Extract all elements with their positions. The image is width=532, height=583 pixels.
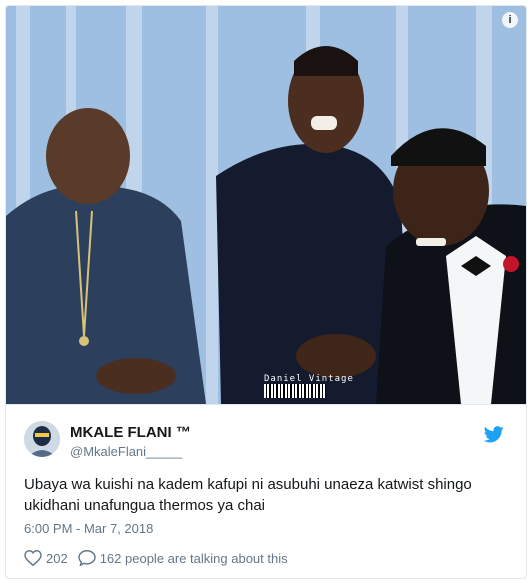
tweet-timestamp[interactable]: 6:00 PM - Mar 7, 2018 xyxy=(24,521,153,536)
like-action[interactable]: 202 xyxy=(24,550,68,566)
reply-action[interactable]: 162 people are talking about this xyxy=(77,550,288,566)
conversation-count: 162 people are talking about this xyxy=(99,550,288,566)
like-count: 202 xyxy=(46,550,68,566)
tweet-actions: 202 162 people are talking about this xyxy=(24,550,298,566)
tweet-photo[interactable]: i Daniel Vintage xyxy=(6,6,526,404)
heart-icon xyxy=(24,550,42,566)
avatar[interactable] xyxy=(24,421,60,457)
user-handle[interactable]: @MkaleFlani_____ xyxy=(70,444,182,459)
tweet-body: MKALE FLANI ™ @MkaleFlani_____ Ubaya wa … xyxy=(6,404,526,578)
tweet-text: Ubaya wa kuishi na kadem kafupi ni asubu… xyxy=(24,476,472,514)
speech-bubble-icon xyxy=(77,550,96,566)
watermark-barcode xyxy=(264,384,326,398)
twitter-bird-icon[interactable] xyxy=(483,426,504,448)
display-name[interactable]: MKALE FLANI ™ xyxy=(70,424,191,441)
photo-watermark: Daniel Vintage xyxy=(264,374,354,384)
photo-illustration xyxy=(6,6,526,404)
info-icon[interactable]: i xyxy=(502,12,518,28)
avatar-image xyxy=(24,421,60,457)
tweet-card[interactable]: i Daniel Vintage MKALE FLANI ™ @MkaleFla… xyxy=(5,5,527,579)
